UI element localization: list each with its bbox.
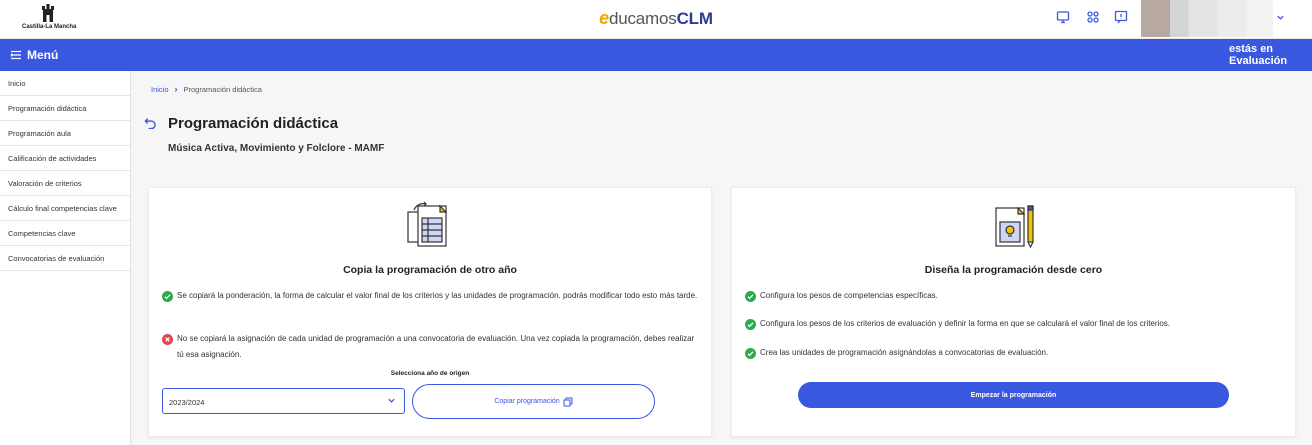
error-circle-icon <box>162 333 173 345</box>
chevron-right-icon: › <box>174 84 178 94</box>
design-info-1: Configura los pesos de competencias espe… <box>745 288 1285 304</box>
source-year-select[interactable]: 2023/2024 <box>162 388 405 414</box>
copy-info-warning: No se copiará la asignación de cada unid… <box>162 331 702 363</box>
design-card-title: Diseña la programación desde cero <box>924 264 1103 276</box>
design-info-2: Configura los pesos de los criterios de … <box>745 316 1285 332</box>
copy-programming-button[interactable]: Copiar programación <box>412 384 655 419</box>
sidebar-item-inicio[interactable]: Inicio <box>0 71 130 96</box>
top-header: Castilla-La Mancha educamosCLM <box>0 0 1312 39</box>
monitor-icon[interactable] <box>1056 10 1074 28</box>
breadcrumb-current: Programación didáctica <box>183 84 262 94</box>
page-subtitle: Música Activa, Movimiento y Folclore - M… <box>168 143 385 154</box>
copy-info-ok: Se copiará la ponderación, la forma de c… <box>162 288 702 304</box>
chevron-down-icon[interactable] <box>1276 13 1286 23</box>
menu-icon <box>10 50 21 60</box>
check-circle-icon <box>745 290 756 302</box>
menu-toggle-button[interactable]: Menú <box>10 48 58 62</box>
sidebar-item-calculo-final-competencias[interactable]: Cálculo final competencias clave <box>0 196 130 221</box>
sidebar-item-programacion-didactica[interactable]: Programación didáctica <box>0 96 130 121</box>
chevron-down-icon <box>387 396 396 407</box>
context-indicator: estás en Evaluación <box>1229 43 1288 67</box>
sidebar-item-convocatorias-evaluacion[interactable]: Convocatorias de evaluación <box>0 246 130 271</box>
check-circle-icon <box>745 347 756 359</box>
sidebar-item-competencias-clave[interactable]: Competencias clave <box>0 221 130 246</box>
apps-grid-icon[interactable] <box>1086 10 1104 28</box>
page-title: Programación didáctica <box>168 115 339 132</box>
design-programming-card: Diseña la programación desde cero Config… <box>731 187 1296 437</box>
menu-label: Menú <box>27 48 59 62</box>
copy-icon <box>563 397 573 406</box>
source-year-label: Selecciona año de origen <box>390 370 470 377</box>
user-avatar-blurred[interactable] <box>1141 0 1273 37</box>
breadcrumb: Inicio › Programación didáctica <box>151 84 262 94</box>
check-circle-icon <box>745 318 756 330</box>
sidebar: Inicio Programación didáctica Programaci… <box>0 71 131 445</box>
sidebar-item-calificacion-actividades[interactable]: Calificación de actividades <box>0 146 130 171</box>
chat-icon[interactable] <box>1114 10 1132 28</box>
check-circle-icon <box>162 290 173 302</box>
sidebar-item-valoracion-criterios[interactable]: Valoración de criterios <box>0 171 130 196</box>
copy-card-title: Copia la programación de otro año <box>343 264 517 276</box>
design-info-3: Crea las unidades de programación asigná… <box>745 345 1285 361</box>
back-arrow-icon[interactable] <box>144 116 158 130</box>
copy-programming-card: Copia la programación de otro año Se cop… <box>148 187 712 437</box>
breadcrumb-home-link[interactable]: Inicio <box>151 85 169 94</box>
start-programming-button[interactable]: Empezar la programación <box>798 382 1229 408</box>
document-pencil-icon <box>988 200 1042 254</box>
sidebar-item-programacion-aula[interactable]: Programación aula <box>0 121 130 146</box>
documents-copy-icon <box>404 200 458 254</box>
menu-bar: Menú estás en Evaluación <box>0 39 1312 71</box>
